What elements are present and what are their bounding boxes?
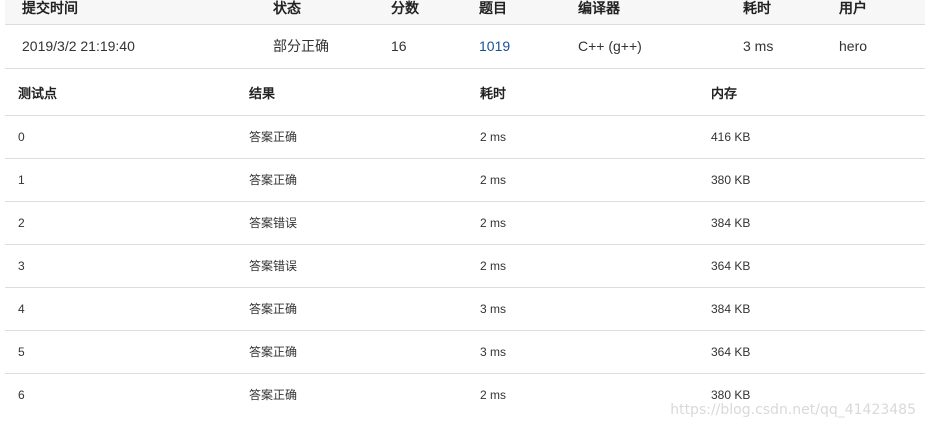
testpoint-id: 5 [18, 344, 25, 359]
user-value: hero [839, 38, 868, 54]
header-score: 分数 [391, 0, 419, 16]
problem-link[interactable]: 1019 [479, 38, 510, 54]
header-memory: 内存 [711, 85, 738, 101]
table-row: 0 答案正确 2 ms 416 KB [5, 115, 925, 158]
compiler-value: C++ (g++) [578, 38, 642, 54]
testpoint-memory: 416 KB [711, 129, 751, 144]
testpoint-header-row: 测试点 结果 耗时 内存 [5, 70, 925, 115]
table-row: 4 答案正确 3 ms 384 KB [5, 287, 925, 330]
testpoint-time: 2 ms [480, 258, 507, 273]
testpoint-result: 答案正确 [249, 302, 298, 316]
testpoint-memory: 364 KB [711, 344, 751, 359]
testpoint-time: 2 ms [480, 172, 507, 187]
submission-row: 2019/3/2 21:19:40 部分正确 16 1019 C++ (g++)… [5, 24, 925, 68]
testpoint-time: 3 ms [480, 301, 507, 316]
header-time: 耗时 [480, 85, 507, 101]
testpoint-id: 2 [18, 215, 25, 230]
testpoint-result: 答案正确 [249, 388, 298, 403]
testpoint-memory: 364 KB [711, 258, 751, 273]
header-status: 状态 [273, 0, 301, 16]
testpoint-memory: 384 KB [711, 301, 751, 316]
testpoint-time: 2 ms [480, 129, 507, 144]
table-row: 3 答案错误 2 ms 364 KB [5, 244, 925, 287]
testpoint-id: 0 [18, 129, 25, 144]
testpoint-result: 答案正确 [249, 345, 298, 359]
testpoint-memory: 384 KB [711, 215, 751, 230]
testpoint-table: 测试点 结果 耗时 内存 0 答案正确 2 ms 416 KB 1 答案正确 2… [5, 70, 925, 416]
header-testpoint: 测试点 [18, 85, 58, 101]
testpoint-result: 答案正确 [249, 130, 298, 144]
submission-table: 提交时间 状态 分数 题目 编译器 耗时 用户 2019/3/2 21:19:4… [5, 0, 925, 69]
header-submit-time: 提交时间 [22, 0, 78, 16]
testpoint-result: 答案错误 [249, 216, 298, 230]
header-compiler: 编译器 [578, 0, 620, 16]
table-row: 1 答案正确 2 ms 380 KB [5, 158, 925, 201]
testpoint-time: 3 ms [480, 344, 507, 359]
testpoint-time: 2 ms [480, 387, 507, 402]
watermark: https://blog.csdn.net/qq_41423485 [670, 402, 916, 418]
header-result: 结果 [249, 85, 276, 101]
submit-time: 2019/3/2 21:19:40 [22, 38, 135, 54]
testpoint-time: 2 ms [480, 215, 507, 230]
testpoint-id: 6 [18, 387, 25, 402]
header-user: 用户 [839, 0, 867, 16]
status-badge: 部分正确 [273, 38, 329, 54]
testpoint-result: 答案正确 [249, 173, 298, 187]
header-duration: 耗时 [743, 0, 771, 16]
testpoint-memory: 380 KB [711, 172, 751, 187]
testpoint-id: 4 [18, 301, 25, 316]
duration-value: 3 ms [743, 38, 774, 54]
header-problem: 题目 [479, 0, 507, 16]
testpoint-id: 3 [18, 258, 25, 273]
score-value: 16 [391, 38, 407, 54]
submission-header-row: 提交时间 状态 分数 题目 编译器 耗时 用户 [5, 0, 925, 24]
testpoint-result: 答案错误 [249, 259, 298, 273]
page: 提交时间 状态 分数 题目 编译器 耗时 用户 2019/3/2 21:19:4… [0, 0, 926, 428]
table-row: 2 答案错误 2 ms 384 KB [5, 201, 925, 244]
table-row: 5 答案正确 3 ms 364 KB [5, 330, 925, 373]
testpoint-id: 1 [18, 172, 25, 187]
